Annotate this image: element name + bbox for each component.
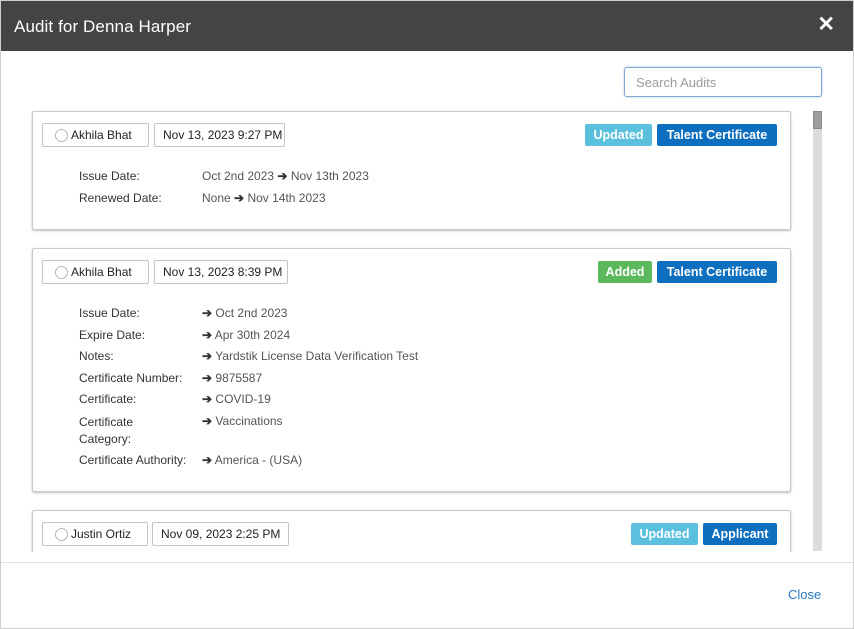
audit-card: Justin Ortiz Nov 09, 2023 2:25 PM Update… xyxy=(32,510,791,552)
arrow-right-icon: ➔ xyxy=(277,169,288,183)
field-label: Renewed Date: xyxy=(79,190,162,205)
field-label: Notes: xyxy=(79,349,114,363)
audit-list[interactable]: Akhila Bhat Nov 13, 2023 9:27 PM Updated… xyxy=(1,109,854,552)
arrow-right-icon: ➔ xyxy=(202,327,213,342)
scrollbar[interactable] xyxy=(813,111,822,551)
radio-icon[interactable] xyxy=(55,129,68,142)
audit-timestamp: Nov 13, 2023 9:27 PM xyxy=(154,123,285,147)
audit-user-pill[interactable]: Akhila Bhat xyxy=(42,123,149,147)
modal-title: Audit for Denna Harper xyxy=(14,17,192,36)
field-label: Certificate Number: xyxy=(79,370,183,385)
field-value: ➔ Yardstik License Data Verification Tes… xyxy=(202,349,419,363)
search-input[interactable] xyxy=(624,67,822,97)
arrow-right-icon: ➔ xyxy=(202,306,213,320)
field-value: ➔ Oct 2nd 2023 xyxy=(202,306,288,320)
scrollbar-thumb[interactable] xyxy=(813,111,822,129)
close-icon[interactable]: ✕ xyxy=(817,13,835,37)
field-value: None ➔ Nov 14th 2023 xyxy=(202,190,326,205)
type-badge: Talent Certificate xyxy=(657,261,777,283)
audit-modal: Audit for Denna Harper ✕ Akhila Bhat Nov… xyxy=(0,0,854,629)
modal-header: Audit for Denna Harper ✕ xyxy=(1,1,853,51)
field-value: ➔ COVID-19 xyxy=(202,392,271,406)
audit-user-pill[interactable]: Akhila Bhat xyxy=(42,260,149,284)
field-value: ➔ Apr 30th 2024 xyxy=(202,327,291,342)
audit-user-pill[interactable]: Justin Ortiz xyxy=(42,522,148,546)
audit-card: Akhila Bhat Nov 13, 2023 8:39 PM Added T… xyxy=(32,248,791,492)
modal-footer-divider xyxy=(1,562,853,563)
field-label: Issue Date: xyxy=(79,169,140,183)
status-badge: Updated xyxy=(631,523,698,545)
audit-user-name: Akhila Bhat xyxy=(71,128,132,142)
radio-icon[interactable] xyxy=(55,266,68,279)
status-badge: Added xyxy=(598,261,652,283)
type-badge: Applicant xyxy=(703,523,777,545)
status-badge: Updated xyxy=(585,124,652,146)
radio-icon[interactable] xyxy=(55,528,68,541)
audit-user-name: Akhila Bhat xyxy=(71,265,132,279)
arrow-right-icon: ➔ xyxy=(202,370,213,385)
audit-user-name: Justin Ortiz xyxy=(71,527,132,541)
field-label: Certificate Authority: xyxy=(79,452,187,467)
field-label: Certificate Category: xyxy=(79,414,134,446)
arrow-right-icon: ➔ xyxy=(202,452,213,467)
field-value: ➔ 9875587 xyxy=(202,370,263,385)
arrow-right-icon: ➔ xyxy=(234,190,245,205)
arrow-right-icon: ➔ xyxy=(202,413,213,428)
audit-timestamp: Nov 13, 2023 8:39 PM xyxy=(154,260,288,284)
field-value: ➔ America - (USA) xyxy=(202,452,303,467)
field-value: Oct 2nd 2023 ➔ Nov 13th 2023 xyxy=(202,169,369,183)
audit-timestamp: Nov 09, 2023 2:25 PM xyxy=(152,522,289,546)
field-label: Issue Date: xyxy=(79,306,140,320)
arrow-right-icon: ➔ xyxy=(202,349,213,363)
field-value: ➔ Vaccinations xyxy=(202,413,283,428)
field-label: Expire Date: xyxy=(79,327,146,342)
audit-card: Akhila Bhat Nov 13, 2023 9:27 PM Updated… xyxy=(32,111,791,230)
type-badge: Talent Certificate xyxy=(657,124,777,146)
arrow-right-icon: ➔ xyxy=(202,392,213,406)
close-button[interactable]: Close xyxy=(788,587,821,602)
field-label: Certificate: xyxy=(79,392,137,406)
